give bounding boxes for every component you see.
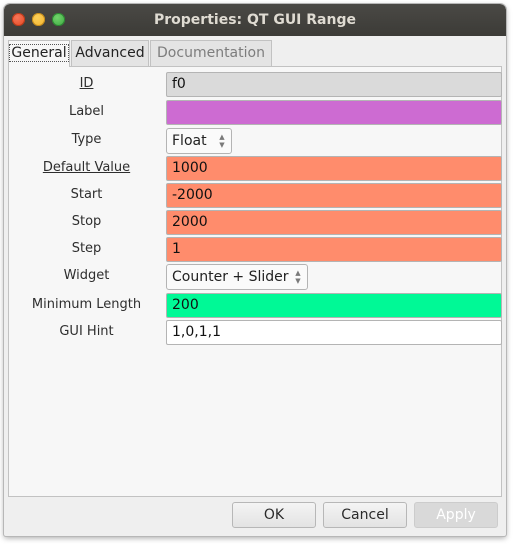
widget-select-value: Counter + Slider bbox=[172, 269, 289, 285]
minimum-length-label: Minimum Length bbox=[31, 297, 142, 312]
row-gui-hint: GUI Hint 1,0,1,1 bbox=[9, 320, 503, 345]
label-field[interactable] bbox=[166, 100, 502, 125]
id-field[interactable]: f0 bbox=[166, 72, 502, 97]
gui-hint-label: GUI Hint bbox=[59, 324, 114, 339]
row-minimum-length: Minimum Length 200 bbox=[9, 293, 503, 318]
row-id: ID f0 bbox=[9, 72, 503, 97]
title-bar[interactable]: Properties: QT GUI Range bbox=[4, 4, 506, 36]
start-label: Start bbox=[70, 187, 103, 202]
label-label: Label bbox=[68, 104, 105, 119]
row-stop: Stop 2000 bbox=[9, 210, 503, 235]
widget-select[interactable]: Counter + Slider ▲ ▼ bbox=[166, 264, 308, 290]
stop-field[interactable]: 2000 bbox=[166, 210, 502, 235]
id-label: ID bbox=[79, 76, 94, 91]
type-select-value: Float bbox=[172, 133, 207, 149]
row-widget: Widget Counter + Slider ▲ ▼ bbox=[9, 264, 503, 290]
start-field[interactable]: -2000 bbox=[166, 183, 502, 208]
tab-advanced[interactable]: Advanced bbox=[71, 40, 149, 66]
stop-label: Stop bbox=[71, 214, 102, 229]
default-value-field[interactable]: 1000 bbox=[166, 156, 502, 181]
spinner-arrows-icon: ▲ ▼ bbox=[295, 269, 301, 285]
type-label: Type bbox=[71, 132, 102, 147]
row-default-value: Default Value 1000 bbox=[9, 156, 503, 181]
properties-dialog: Properties: QT GUI Range General Advance… bbox=[4, 4, 506, 536]
minimum-length-field[interactable]: 200 bbox=[166, 293, 502, 318]
general-tab-panel: ID f0 Label Type Float ▲ ▼ Default Value … bbox=[8, 66, 502, 497]
row-label: Label bbox=[9, 100, 503, 125]
row-type: Type Float ▲ ▼ bbox=[9, 128, 503, 154]
step-label: Step bbox=[71, 241, 102, 256]
cancel-button[interactable]: Cancel bbox=[323, 502, 407, 528]
default-value-label: Default Value bbox=[42, 160, 131, 175]
spinner-arrows-icon: ▲ ▼ bbox=[219, 133, 225, 149]
gui-hint-field[interactable]: 1,0,1,1 bbox=[166, 320, 502, 345]
apply-button[interactable]: Apply bbox=[414, 502, 498, 528]
type-select[interactable]: Float ▲ ▼ bbox=[166, 128, 232, 154]
ok-button[interactable]: OK bbox=[232, 502, 316, 528]
widget-label: Widget bbox=[63, 268, 110, 283]
row-start: Start -2000 bbox=[9, 183, 503, 208]
tab-general-label: General bbox=[9, 44, 69, 62]
tab-documentation[interactable]: Documentation bbox=[150, 40, 272, 66]
window-title: Properties: QT GUI Range bbox=[154, 12, 356, 28]
step-field[interactable]: 1 bbox=[166, 237, 502, 262]
row-step: Step 1 bbox=[9, 237, 503, 262]
tab-general[interactable]: General bbox=[8, 40, 70, 67]
